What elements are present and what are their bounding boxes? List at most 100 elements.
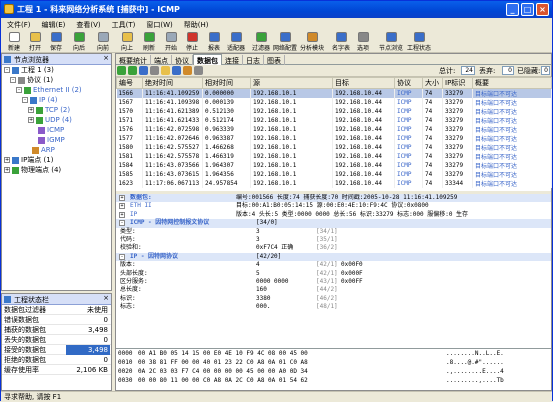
expand-toggle[interactable]: - [10, 77, 16, 83]
toolbar-button[interactable]: 过滤器 [251, 32, 271, 52]
detail-line[interactable]: 标志: 000. [48/1] [116, 303, 551, 311]
maximize-button[interactable]: □ [521, 3, 534, 16]
tree-node[interactable]: + UDP (4) [2, 115, 111, 125]
expand-toggle[interactable]: + [119, 195, 125, 201]
detail-line[interactable]: 总长度: 160 [44/2] [116, 286, 551, 294]
state-value: 0 [103, 356, 108, 364]
refresh-icon[interactable] [139, 66, 148, 75]
tree-node[interactable]: ICMP [2, 125, 111, 135]
table-row[interactable]: 1571 11:16:41.621433 0.512174 192.168.10.1 1… [116, 116, 552, 125]
node-icon [36, 116, 43, 124]
save-icon[interactable] [172, 66, 181, 75]
detail-line[interactable]: 区分服务: 0000 0000 [43/1] 0x00FF [116, 278, 551, 286]
table-row[interactable]: 1566 11:16:41.109259 0.000000 192.168.10.1 1… [116, 88, 552, 98]
tree-node[interactable]: ARP [2, 145, 111, 155]
table-cell: 192.168.10.44 [332, 143, 395, 152]
menu-item[interactable]: 编辑(E) [36, 18, 71, 30]
detail-line[interactable]: 头部长度: 5 [42/1] 0x000F [116, 270, 551, 278]
menu-item[interactable]: 窗口(W) [140, 18, 177, 30]
table-cell: 11:16:43.073615 [142, 170, 203, 179]
expand-toggle[interactable]: - [119, 220, 125, 227]
toolbar-button[interactable]: 网络配置 [273, 32, 297, 52]
expand-toggle[interactable]: - [119, 253, 125, 260]
hex-line[interactable]: 0000 00 A1 B0 05 14 15 00 E0 4E 10 F9 4C … [116, 349, 551, 358]
detail-line[interactable]: - ICMP - 因特网控制报文协议 [34/0] [116, 219, 551, 228]
detail-line[interactable]: + IP 版本:4 头长:5 类型:0000 0000 总长:56 标识:33279… [116, 211, 551, 219]
detail-line[interactable]: - IP - 因特网协议 [42/20] [116, 252, 551, 262]
expand-toggle[interactable]: + [28, 107, 34, 113]
expand-toggle[interactable]: + [4, 157, 10, 163]
column-header[interactable]: 目标 [332, 77, 395, 89]
refresh-icon [143, 32, 155, 42]
expand-toggle[interactable]: + [28, 117, 34, 123]
close-icon[interactable]: × [103, 294, 109, 302]
detail-line[interactable]: + ETH II 目标:00:A1:B0:05:14:15 源:00:E0:4E:1… [116, 202, 551, 210]
detail-line[interactable]: 类型: 3 [34/1] [116, 228, 551, 236]
toolbar-button[interactable]: 分析模块 [300, 32, 324, 52]
tree-node[interactable]: - 工程 1 (3) [2, 65, 111, 75]
table-row[interactable]: 1567 11:16:41.109398 0.000139 192.168.10.1 1… [116, 98, 552, 107]
toolbar-button[interactable]: 选项 [353, 32, 373, 52]
tree-node[interactable]: + 物理端点 (4) [2, 165, 111, 175]
close-icon[interactable]: × [103, 54, 109, 62]
forward-icon[interactable] [128, 66, 137, 75]
menu-item[interactable]: 查看(V) [70, 18, 105, 30]
expand-toggle[interactable]: - [16, 87, 22, 93]
options-icon[interactable] [194, 66, 203, 75]
expand-toggle[interactable]: - [22, 97, 28, 103]
detail-line[interactable]: 标识: 3380 [46/2] [116, 295, 551, 303]
tree-node[interactable]: - 协议 (1) [2, 75, 111, 85]
filter-icon[interactable] [150, 66, 159, 75]
table-row[interactable]: 1585 11:16:43.073615 1.964356 192.168.10.1 1… [116, 170, 552, 179]
column-header[interactable]: 源 [250, 77, 333, 89]
column-header[interactable]: 绝对时间 [142, 77, 203, 89]
toolbar-button[interactable]: 向后 [69, 32, 89, 52]
menu-item[interactable]: 文件(F) [1, 18, 36, 30]
detail-offset: [43/1] [316, 277, 338, 285]
column-header[interactable]: 协议 [394, 77, 423, 89]
table-row[interactable]: 1580 11:16:42.575527 1.466268 192.168.10.1 1… [116, 143, 552, 152]
table-cell: 1571 [116, 116, 143, 125]
table-row[interactable]: 1584 11:16:43.073566 1.964307 192.168.10.1 1… [116, 161, 552, 170]
table-cell: 33279 [442, 125, 473, 134]
close-button[interactable]: × [536, 3, 549, 16]
table-row[interactable]: 1576 11:16:42.072598 0.963339 192.168.10.1 1… [116, 125, 552, 134]
detail-line[interactable]: 代码: 3 [35/1] [116, 236, 551, 244]
expand-toggle[interactable]: + [119, 203, 125, 210]
column-header[interactable]: 概要 [472, 77, 552, 89]
column-header[interactable]: 大小 [422, 77, 443, 89]
table-row[interactable]: 1577 11:16:42.072646 0.963387 192.168.10.1 1… [116, 134, 552, 143]
toolbar-button[interactable]: 工程状态 [407, 32, 431, 52]
tree-node[interactable]: IGMP [2, 135, 111, 145]
tree-node[interactable]: + TCP (2) [2, 105, 111, 115]
detail-summary: 版本:4 头长:5 类型:0000 0000 总长:56 标识:33279 标志… [236, 210, 469, 218]
detail-line[interactable]: 校验和: 0xF7C4 正确 [36/2] [116, 244, 551, 252]
column-header[interactable]: 编号 [116, 77, 143, 89]
minimize-button[interactable]: _ [506, 3, 519, 16]
title-bar[interactable]: 工程 1 - 科来网络分析系统 [捕获中] - ICMP _ □ × [1, 1, 552, 18]
column-header[interactable]: 相对时间 [202, 77, 251, 89]
menu-item[interactable]: 工具(T) [106, 18, 141, 30]
menu-item[interactable]: 帮助(H) [178, 18, 214, 30]
hex-line[interactable]: 0030 00 00 80 11 00 00 C0 A8 0A 2C C0 A8 … [116, 376, 551, 385]
find-icon[interactable] [183, 66, 192, 75]
expand-toggle[interactable]: + [4, 167, 10, 173]
tab[interactable]: 数据包 [193, 54, 222, 65]
hex-line[interactable]: 0010 00 38 81 FF 00 00 40 01 23 22 C0 A8 … [116, 358, 551, 367]
tree-node[interactable]: + IP端点 (1) [2, 155, 111, 165]
tree-node[interactable]: - IP (4) [2, 95, 111, 105]
detail-line[interactable]: 版本: 4 [42/1] 0x00F0 [116, 261, 551, 269]
tree-node[interactable]: - Ethernet II (2) [2, 85, 111, 95]
back-icon[interactable] [117, 66, 126, 75]
folder-icon[interactable] [161, 66, 170, 75]
table-row[interactable]: 1581 11:16:42.575578 1.466319 192.168.10.1 1… [116, 152, 552, 161]
column-header[interactable]: IP标识 [442, 77, 473, 89]
table-row[interactable]: 1623 11:17:06.067113 24.957854 192.168.10.1… [116, 179, 552, 188]
expand-toggle[interactable]: + [119, 211, 125, 218]
hex-line[interactable]: 0020 0A 2C 03 03 F7 C4 00 00 00 00 45 00 … [116, 367, 551, 376]
table-row[interactable]: 1570 11:16:41.621389 0.512130 192.168.10.1 1… [116, 107, 552, 116]
expand-toggle[interactable]: - [4, 67, 10, 73]
toolbar-button[interactable]: 向前 [93, 32, 113, 52]
toolbar-button[interactable]: 节点浏览 [379, 32, 403, 52]
toolbar-button[interactable]: 适配器 [226, 32, 246, 52]
